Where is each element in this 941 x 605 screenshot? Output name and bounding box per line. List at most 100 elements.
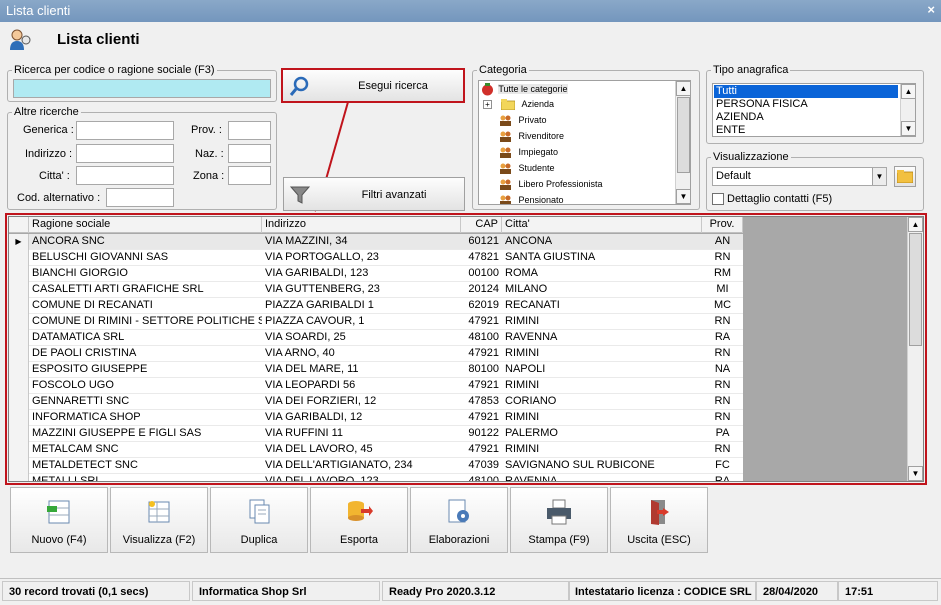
scroll-up-icon[interactable]: ▲ bbox=[901, 84, 915, 99]
users-icon bbox=[500, 179, 511, 191]
tree-item[interactable]: Studente bbox=[499, 163, 555, 175]
exit-door-icon bbox=[651, 500, 669, 525]
view-button-label: Visualizza (F2) bbox=[122, 534, 196, 546]
scroll-up-icon[interactable]: ▲ bbox=[676, 81, 690, 96]
contacts-detail-label: Dettaglio contatti (F5) bbox=[727, 193, 833, 205]
folder-icon bbox=[500, 99, 515, 111]
open-folder-button[interactable] bbox=[894, 166, 916, 187]
advanced-filters-label: Filtri avanzati bbox=[361, 189, 427, 201]
exit-button[interactable]: Uscita (ESC) bbox=[610, 487, 708, 553]
print-button-label: Stampa (F9) bbox=[528, 534, 590, 546]
tree-root-label: Tutte le categorie bbox=[498, 83, 568, 94]
tree-item-label: Studente bbox=[518, 163, 555, 173]
advanced-filters-button[interactable]: Filtri avanzati bbox=[283, 177, 465, 211]
search-legend: Ricerca per codice o ragione sociale (F3… bbox=[14, 64, 215, 76]
prov-label: Prov. : bbox=[191, 124, 222, 136]
processing-button[interactable]: Elaborazioni bbox=[410, 487, 508, 553]
type-listbox[interactable]: Tutti PERSONA FISICA AZIENDA ENTE ▲ ▼ bbox=[712, 83, 916, 137]
window-title: Lista clienti bbox=[6, 3, 71, 18]
type-option[interactable]: AZIENDA bbox=[714, 111, 764, 124]
table-highlight bbox=[5, 213, 927, 485]
type-scrollbar[interactable]: ▲ ▼ bbox=[900, 84, 915, 136]
processing-button-label: Elaborazioni bbox=[428, 534, 490, 546]
users-icon bbox=[500, 195, 511, 204]
tree-root[interactable]: Tutte le categorie bbox=[481, 83, 568, 96]
tree-item[interactable]: Pensionato bbox=[499, 195, 564, 205]
status-bar: 30 record trovati (0,1 secs) Informatica… bbox=[0, 578, 941, 602]
processing-icon bbox=[448, 499, 469, 523]
naz-label: Naz. : bbox=[195, 148, 224, 160]
duplicate-icon bbox=[249, 499, 270, 524]
view-select-value: Default bbox=[716, 170, 751, 182]
indirizzo-label: Indirizzo : bbox=[25, 148, 73, 160]
search-highlight bbox=[281, 68, 465, 103]
tree-item[interactable]: Rivenditore bbox=[499, 131, 565, 143]
print-button[interactable]: Stampa (F9) bbox=[510, 487, 608, 553]
view-button[interactable]: Visualizza (F2) bbox=[110, 487, 208, 553]
duplicate-button[interactable]: Duplica bbox=[210, 487, 308, 553]
tree-item-label: Libero Professionista bbox=[518, 179, 603, 189]
citta-label: Citta' : bbox=[39, 170, 70, 182]
indirizzo-input[interactable] bbox=[76, 144, 174, 163]
cod-alt-label: Cod. alternativo : bbox=[17, 192, 101, 204]
type-legend: Tipo anagrafica bbox=[713, 64, 789, 76]
expand-icon[interactable]: + bbox=[483, 100, 492, 110]
tree-item[interactable]: Impiegato bbox=[499, 147, 559, 159]
customers-icon bbox=[10, 29, 31, 50]
type-option[interactable]: PERSONA FISICA bbox=[714, 98, 808, 111]
tree-item[interactable]: Libero Professionista bbox=[499, 179, 603, 191]
window-titlebar: Lista clienti × bbox=[0, 0, 941, 22]
type-option-selected[interactable]: Tutti bbox=[714, 85, 898, 98]
tree-item-label: Privato bbox=[518, 115, 547, 125]
search-input[interactable] bbox=[13, 79, 271, 98]
page-title: Lista clienti bbox=[57, 31, 140, 48]
category-scrollbar[interactable]: ▲ ▼ bbox=[675, 81, 690, 204]
view-record-icon bbox=[148, 501, 170, 523]
duplicate-button-label: Duplica bbox=[240, 534, 278, 546]
view-legend: Visualizzazione bbox=[713, 151, 789, 163]
scroll-thumb[interactable] bbox=[677, 97, 690, 173]
new-record-icon bbox=[47, 500, 70, 524]
tree-item-label: Rivenditore bbox=[518, 131, 565, 141]
status-version: Ready Pro 2020.3.12 bbox=[382, 581, 570, 601]
tree-item[interactable]: + Azienda bbox=[483, 99, 555, 111]
filter-icon bbox=[289, 186, 311, 204]
status-records: 30 record trovati (0,1 secs) bbox=[2, 581, 190, 601]
naz-input[interactable] bbox=[228, 144, 271, 163]
export-button-label: Esporta bbox=[340, 534, 378, 546]
users-icon bbox=[500, 147, 511, 159]
generica-input[interactable] bbox=[76, 121, 174, 140]
export-icon bbox=[348, 501, 373, 521]
tree-item-label: Azienda bbox=[521, 99, 555, 109]
users-icon bbox=[500, 163, 511, 175]
new-button-label: Nuovo (F4) bbox=[31, 534, 87, 546]
status-license: Intestatario licenza : CODICE SRL bbox=[568, 581, 756, 601]
zona-label: Zona : bbox=[193, 170, 225, 182]
chevron-down-icon[interactable]: ▼ bbox=[872, 168, 886, 185]
tree-item-label: Pensionato bbox=[518, 195, 564, 205]
scroll-down-icon[interactable]: ▼ bbox=[676, 189, 690, 204]
category-legend: Categoria bbox=[479, 64, 527, 76]
export-button[interactable]: Esporta bbox=[310, 487, 408, 553]
cod-alt-input[interactable] bbox=[106, 188, 174, 207]
status-company: Informatica Shop Srl bbox=[192, 581, 380, 601]
zona-input[interactable] bbox=[228, 166, 271, 185]
status-date: 28/04/2020 bbox=[756, 581, 838, 601]
contacts-detail-checkbox[interactable]: Dettaglio contatti (F5) bbox=[712, 193, 833, 206]
strawberry-icon bbox=[482, 83, 493, 96]
close-icon[interactable]: × bbox=[927, 2, 935, 17]
printer-icon bbox=[547, 499, 571, 525]
scroll-down-icon[interactable]: ▼ bbox=[901, 121, 915, 136]
tree-item-label: Impiegato bbox=[518, 147, 559, 157]
citta-input[interactable] bbox=[76, 166, 174, 185]
status-time: 17:51 bbox=[838, 581, 938, 601]
category-tree[interactable]: Tutte le categorie + Azienda Privato Riv… bbox=[478, 80, 691, 205]
prov-input[interactable] bbox=[228, 121, 271, 140]
generica-label: Generica : bbox=[23, 124, 74, 136]
type-option[interactable]: ENTE bbox=[714, 124, 745, 136]
folder-icon bbox=[897, 170, 913, 183]
view-select[interactable]: Default ▼ bbox=[712, 167, 887, 186]
tree-item[interactable]: Privato bbox=[499, 115, 547, 127]
checkbox-icon[interactable] bbox=[712, 193, 724, 206]
new-button[interactable]: Nuovo (F4) bbox=[10, 487, 108, 553]
